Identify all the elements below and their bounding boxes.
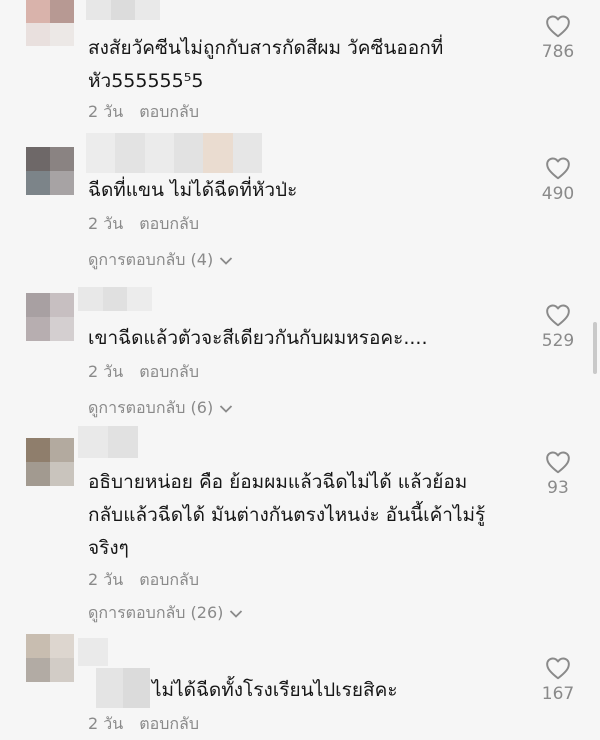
reply-button[interactable]: ตอบกลับ bbox=[139, 100, 199, 125]
comment-time: 2 วัน bbox=[88, 570, 124, 589]
reply-button[interactable]: ตอบกลับ bbox=[139, 360, 199, 385]
username-blurred[interactable] bbox=[78, 426, 138, 458]
avatar[interactable] bbox=[26, 0, 74, 46]
scrollbar[interactable] bbox=[593, 322, 597, 374]
like-count: 490 bbox=[541, 184, 575, 204]
heart-outline-icon bbox=[546, 304, 570, 327]
username-blurred[interactable] bbox=[78, 287, 153, 311]
heart-outline-icon bbox=[546, 657, 570, 680]
heart-outline-icon bbox=[546, 451, 570, 474]
comment-text: ไม่ได้ฉีดทั้งโรงเรียนไปเรยสิคะ bbox=[152, 679, 398, 701]
view-replies-button[interactable]: ดูการตอบกลับ (4) bbox=[88, 248, 233, 273]
chevron-down-icon bbox=[230, 609, 243, 618]
comment-meta: 2 วัน ตอบกลับ bbox=[88, 212, 199, 237]
comment-meta: 2 วัน ตอบกลับ bbox=[88, 360, 199, 385]
comment-text: เขาฉีดแล้วตัวจะสีเดียวกันกับผมหรอคะ.... bbox=[88, 327, 428, 349]
username-blurred[interactable] bbox=[86, 0, 161, 20]
like-button[interactable]: 490 bbox=[532, 156, 584, 204]
username-blurred[interactable] bbox=[96, 668, 150, 708]
like-button[interactable]: 529 bbox=[532, 303, 584, 351]
like-count: 529 bbox=[541, 331, 575, 351]
comment-time: 2 วัน bbox=[88, 362, 124, 381]
reply-button[interactable]: ตอบกลับ bbox=[139, 212, 199, 237]
comment-meta: 2 วัน ตอบกลับ bbox=[88, 568, 199, 593]
view-replies-label: ดูการตอบกลับ (26) bbox=[88, 603, 224, 622]
comment-time: 2 วัน bbox=[88, 102, 124, 121]
like-count: 93 bbox=[547, 478, 569, 498]
chevron-down-icon bbox=[220, 404, 233, 413]
username-blurred[interactable] bbox=[78, 638, 108, 666]
username-blurred[interactable] bbox=[86, 133, 262, 173]
reply-button[interactable]: ตอบกลับ bbox=[139, 712, 199, 737]
avatar[interactable] bbox=[26, 634, 74, 682]
view-replies-label: ดูการตอบกลับ (6) bbox=[88, 398, 214, 417]
view-replies-button[interactable]: ดูการตอบกลับ (6) bbox=[88, 396, 233, 421]
view-replies-button[interactable]: ดูการตอบกลับ (26) bbox=[88, 601, 243, 626]
like-count: 786 bbox=[541, 42, 575, 62]
reply-button[interactable]: ตอบกลับ bbox=[139, 568, 199, 593]
comment-text: ฉีดที่แขน ไม่ได้ฉีดที่หัวป่ะ bbox=[88, 179, 298, 201]
comment-meta: 2 วัน ตอบกลับ bbox=[88, 712, 199, 737]
comment-time: 2 วัน bbox=[88, 214, 124, 233]
like-button[interactable]: 93 bbox=[532, 450, 584, 498]
heart-outline-icon bbox=[546, 157, 570, 180]
like-button[interactable]: 786 bbox=[532, 14, 584, 62]
comment-text: สงสัยวัคซีนไม่ถูกกับสารกัดสีผม วัคซีนออก… bbox=[88, 37, 444, 92]
comment-text: อธิบายหน่อย คือ ย้อมผมแล้วฉีดไม่ได้ แล้ว… bbox=[88, 471, 486, 559]
like-count: 167 bbox=[541, 684, 575, 704]
like-button[interactable]: 167 bbox=[532, 656, 584, 704]
comment-meta: 2 วัน ตอบกลับ bbox=[88, 100, 199, 125]
heart-outline-icon bbox=[546, 15, 570, 38]
comment-time: 2 วัน bbox=[88, 714, 124, 733]
avatar[interactable] bbox=[26, 438, 74, 486]
avatar[interactable] bbox=[26, 293, 74, 341]
view-replies-label: ดูการตอบกลับ (4) bbox=[88, 250, 214, 269]
chevron-down-icon bbox=[220, 256, 233, 265]
avatar[interactable] bbox=[26, 147, 74, 195]
